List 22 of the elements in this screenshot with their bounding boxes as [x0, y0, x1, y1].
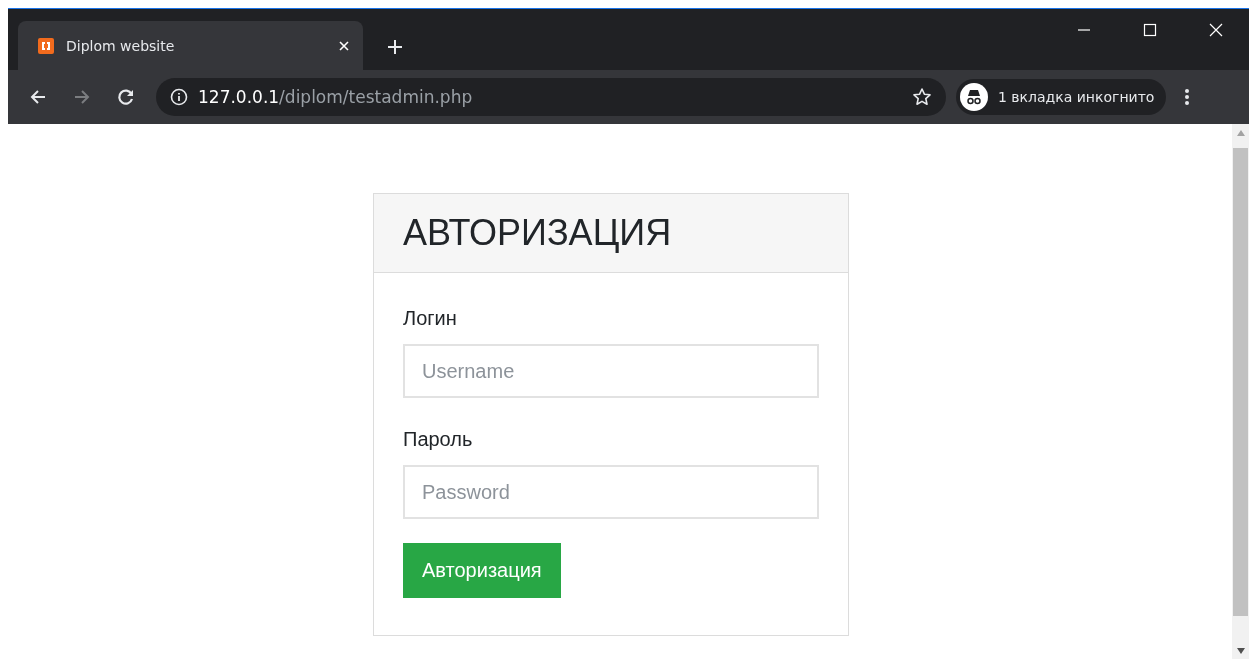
- input-field[interactable]: Password: [403, 465, 819, 519]
- input-field[interactable]: Username: [403, 344, 819, 398]
- scrollbar-thumb[interactable]: [1233, 148, 1248, 616]
- browser-tab[interactable]: Diplom website: [18, 21, 363, 70]
- field-label: Логин: [403, 307, 457, 330]
- address-bar[interactable]: 127.0.0.1/diplom/testadmin.php: [156, 78, 946, 116]
- app-logo-icon: [38, 37, 54, 54]
- menu-icon[interactable]: [1184, 87, 1191, 107]
- scrollbar[interactable]: [1232, 124, 1249, 659]
- scroll-down-icon[interactable]: [1236, 648, 1245, 654]
- info-icon: [170, 88, 188, 106]
- close-icon[interactable]: [1209, 23, 1223, 37]
- field-label: Пароль: [403, 428, 473, 451]
- maximize-icon[interactable]: [1143, 23, 1157, 37]
- incognito-icon: [960, 83, 988, 111]
- url-text: 127.0.0.1/diplom/testadmin.php: [198, 87, 473, 107]
- card-title: АВТОРИЗАЦИЯ: [403, 212, 672, 254]
- star-icon[interactable]: [912, 87, 932, 107]
- reload-icon[interactable]: [116, 87, 136, 107]
- new-tab-icon[interactable]: [387, 39, 403, 55]
- incognito-button[interactable]: 1 вкладка инкогнито: [956, 79, 1167, 115]
- close-icon[interactable]: [339, 40, 349, 51]
